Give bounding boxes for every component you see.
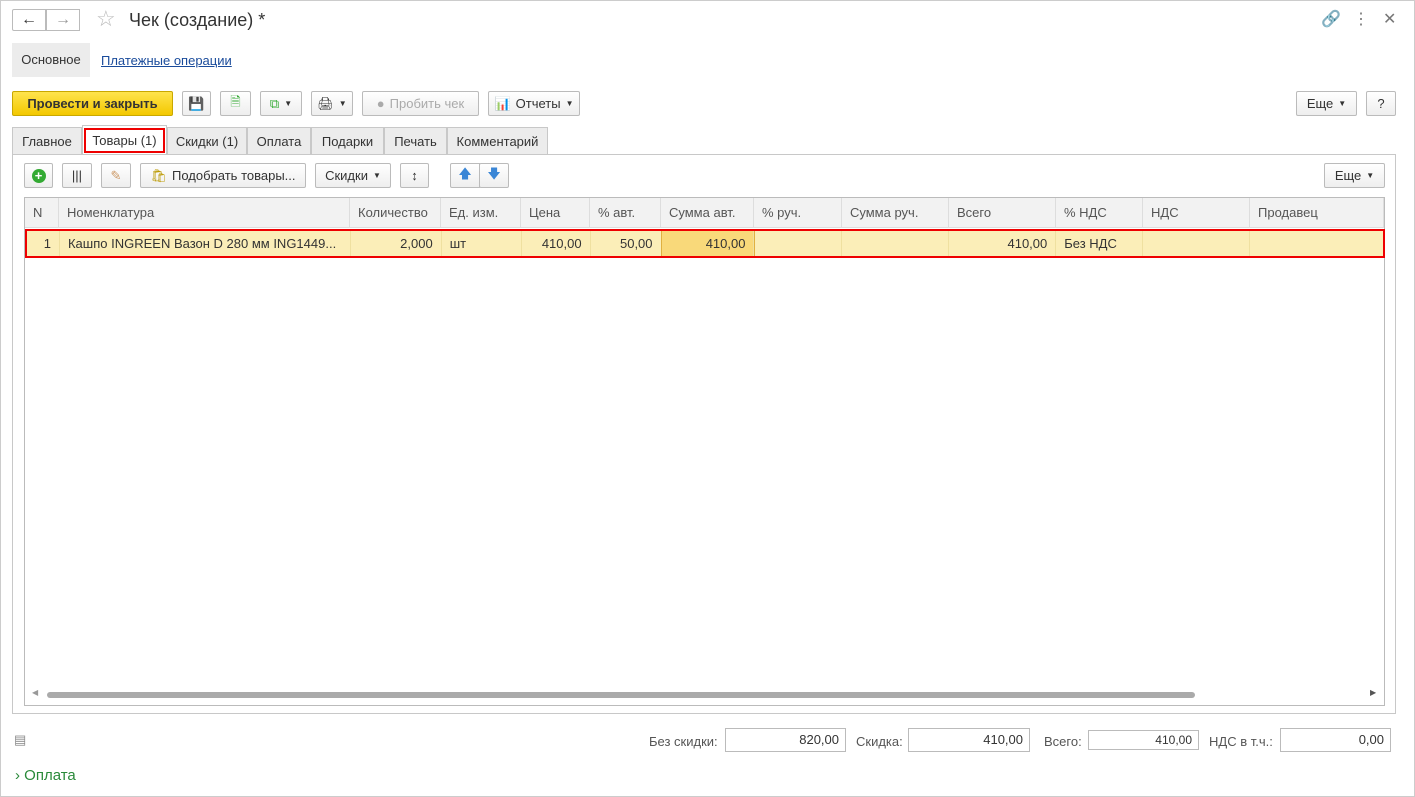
save-icon: 💾 [188,95,205,111]
add-row-button[interactable]: + [24,163,53,188]
table-cell[interactable] [842,230,950,257]
create-based-on-button[interactable]: ⧉ ▼ [260,91,302,116]
printer-icon: 🖨 [317,95,334,111]
expand-button[interactable]: ↕ [400,163,429,188]
table-cell[interactable] [1250,230,1384,257]
tab-goods[interactable]: Товары (1) [82,125,167,154]
discounts-dropdown[interactable]: Скидки ▼ [315,163,391,188]
basket-icon: 🛍 [150,167,167,183]
post-and-close-button[interactable]: Провести и закрыть [12,91,173,116]
total-field: 410,00 [1088,730,1199,750]
column-header[interactable]: Количество [350,198,441,227]
goods-table[interactable]: N Номенклатура Количество Ед. изм. Цена% авт… [24,197,1385,706]
forward-button[interactable]: → [46,9,80,31]
arrow-up-icon: 🡅 [458,165,472,181]
receipt-icon: ● [376,96,385,111]
pencil-icon: ✎ [110,167,122,183]
goods-more-button[interactable]: Еще ▼ [1324,163,1385,188]
table-cell[interactable]: 2,000 [351,230,442,257]
table-cell[interactable]: Без НДС [1056,230,1144,257]
table-cell[interactable]: 410,00 [660,229,756,258]
nav-payments[interactable]: Платежные операции [101,53,232,68]
move-up-button[interactable]: 🡅 [450,163,480,188]
payment-section-toggle[interactable]: › Оплата [15,767,76,784]
chevron-right-icon: › [15,767,20,784]
save-button[interactable]: 💾 [182,91,211,116]
reports-button[interactable]: 📊 Отчеты ▼ [488,91,580,116]
edit-button[interactable]: ✎ [101,163,131,188]
print-button[interactable]: 🖨 ▼ [311,91,353,116]
table-cell[interactable] [754,230,843,257]
column-header[interactable]: % авт. [590,198,661,227]
column-header[interactable]: Сумма авт. [661,198,754,227]
column-header[interactable]: Сумма руч. [842,198,949,227]
column-header[interactable]: % руч. [754,198,842,227]
tab-gifts[interactable]: Подарки [311,127,384,154]
move-down-button[interactable]: 🡇 [479,163,509,188]
arrow-down-icon: 🡇 [487,165,501,181]
copy-icon: ⧉ [269,95,280,111]
column-header[interactable]: Номенклатура [59,198,350,227]
post-document-icon: 🗎 [230,93,241,109]
post-button[interactable]: 🗎 [220,91,251,116]
column-header[interactable]: % НДС [1056,198,1143,227]
discount-field: 410,00 [908,728,1030,752]
report-icon: 📊 [494,95,511,111]
table-cell[interactable] [1143,230,1251,257]
column-header[interactable]: Ед. изм. [441,198,521,227]
favorite-star-icon[interactable]: ☆ [96,6,116,32]
tab-payment[interactable]: Оплата [247,127,311,154]
column-header[interactable]: Всего [949,198,1056,227]
print-receipt-button[interactable]: ● Пробить чек [362,91,479,116]
close-icon[interactable]: ✕ [1383,9,1396,29]
add-icon: + [31,168,46,183]
table-header: N Номенклатура Количество Ед. изм. Цена% авт… [25,198,1384,228]
table-cell[interactable]: 410,00 [522,230,591,257]
table-row[interactable]: 1 Кашпо INGREEN Вазон D 280 мм ING1449...… [25,229,1385,258]
total-label: Всего: [1044,734,1082,749]
expand-vertical-icon: ↕ [411,168,418,183]
nav-main[interactable]: Основное [12,43,90,77]
no-discount-label: Без скидки: [649,734,718,749]
table-cell[interactable]: Кашпо INGREEN Вазон D 280 мм ING1449... [60,230,351,257]
column-header[interactable]: Продавец [1250,198,1384,227]
more-button[interactable]: Еще ▼ [1296,91,1357,116]
tab-main[interactable]: Главное [12,127,82,154]
scroll-right-icon[interactable]: ▶ [1370,688,1376,697]
table-cell[interactable]: 1 [26,230,60,257]
table-cell[interactable]: 50,00 [591,230,662,257]
help-button[interactable]: ? [1366,91,1396,116]
discount-label: Скидка: [856,734,903,749]
link-icon[interactable]: 🔗 [1321,9,1341,29]
comment-icon[interactable]: ▤ [14,732,26,748]
menu-dots-icon[interactable]: ⋮ [1353,9,1369,29]
scroll-left-icon[interactable]: ◀ [32,688,38,697]
table-cell[interactable]: 410,00 [949,230,1057,257]
horizontal-scrollbar[interactable] [47,692,1195,698]
vat-label: НДС в т.ч.: [1209,734,1273,749]
column-header[interactable]: Цена [521,198,590,227]
barcode-search-button[interactable]: ||| [62,163,92,188]
tab-comment[interactable]: Комментарий [447,127,548,154]
table-cell[interactable]: шт [442,230,522,257]
tab-print[interactable]: Печать [384,127,447,154]
no-discount-field: 820,00 [725,728,846,752]
back-button[interactable]: ← [12,9,46,31]
pick-goods-button[interactable]: 🛍 Подобрать товары... [140,163,306,188]
column-header[interactable]: N [25,198,59,227]
window-title: Чек (создание) * [129,10,266,30]
barcode-icon: ||| [71,168,83,183]
column-header[interactable]: НДС [1143,198,1250,227]
vat-field: 0,00 [1280,728,1391,752]
tab-discounts[interactable]: Скидки (1) [167,127,247,154]
